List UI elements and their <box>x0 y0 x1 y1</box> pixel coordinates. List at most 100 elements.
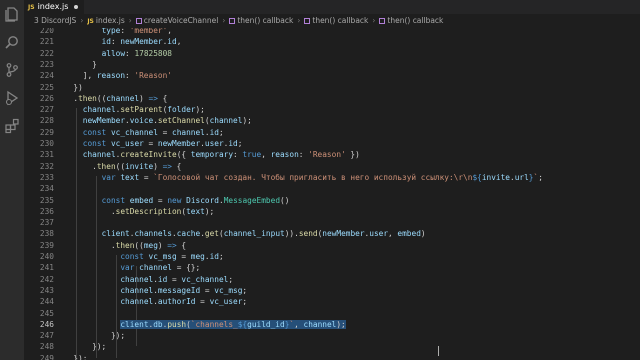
code-line[interactable]: 248 }); <box>24 341 640 352</box>
code-line[interactable]: 223 } <box>24 59 640 70</box>
line-number[interactable]: 233 <box>24 172 54 183</box>
code-line[interactable]: 247 }); <box>24 330 640 341</box>
code-token: id <box>228 139 238 148</box>
line-number[interactable]: 236 <box>24 206 54 217</box>
code-line[interactable]: 234 <box>24 183 640 194</box>
code-token: meg <box>143 240 158 250</box>
code-line[interactable]: 230 const vc_user = newMember.user.id; <box>24 138 640 149</box>
code-token: reason <box>270 150 299 160</box>
line-number[interactable]: 247 <box>24 330 54 341</box>
code-token: { <box>176 240 187 250</box>
code-editor[interactable]: 220 type: 'member', 221 id: newMember.id,… <box>24 28 640 360</box>
line-number[interactable]: 238 <box>24 228 54 239</box>
line-number[interactable]: 224 <box>24 70 54 81</box>
unsaved-dot-icon[interactable] <box>74 5 78 9</box>
code-token: )). <box>284 229 299 239</box>
code-line[interactable]: 238 client.channels.cache.get(channel_in… <box>24 228 640 239</box>
code-line[interactable]: 232 .then((invite) => { <box>24 161 640 172</box>
line-number[interactable]: 234 <box>24 183 54 194</box>
extensions-icon[interactable] <box>4 118 20 134</box>
code-line[interactable]: 221 id: newMember.id, <box>24 36 640 47</box>
code-line[interactable]: 241 var channel = {}; <box>24 262 640 273</box>
line-number[interactable]: 227 <box>24 104 54 115</box>
code-line[interactable]: 243 channel.messageId = vc_msg; <box>24 285 640 296</box>
code-token: (( <box>134 240 144 250</box>
text-selection[interactable]: client.db.push(`channels_${guild_id}`, c… <box>120 319 346 329</box>
line-number[interactable]: 225 <box>24 82 54 93</box>
breadcrumb-file[interactable]: index.js <box>96 16 125 25</box>
line-number[interactable]: 222 <box>24 48 54 59</box>
code-line[interactable]: 249 }); <box>24 353 640 360</box>
line-number[interactable]: 230 <box>24 138 54 149</box>
code-token: messageId <box>157 285 201 295</box>
breadcrumb-folder[interactable]: 3 DiscordJS <box>34 16 76 25</box>
code-line[interactable]: 240 const vc_msg = meg.id; <box>24 251 640 262</box>
line-number[interactable]: 242 <box>24 274 54 285</box>
breadcrumb-symbol[interactable]: then() callback <box>237 16 293 25</box>
code-line[interactable]: 236 .setDescription(text); <box>24 206 640 217</box>
code-line[interactable]: 245 <box>24 308 640 319</box>
breadcrumb-symbol[interactable]: then() callback <box>312 16 368 25</box>
line-number[interactable]: 231 <box>24 149 54 160</box>
code-line[interactable]: 233 var text = `Голосовой чат создан. Чт… <box>24 172 640 183</box>
line-number[interactable]: 239 <box>24 240 54 251</box>
line-number[interactable]: 249 <box>24 353 54 360</box>
code-token: : <box>233 150 243 160</box>
code-line[interactable]: 246 client.db.push(`channels_${guild_id}… <box>24 319 640 330</box>
line-number[interactable]: 228 <box>24 115 54 126</box>
line-number[interactable]: 243 <box>24 285 54 296</box>
code-token: then <box>115 240 135 250</box>
line-code: channel.setParent(folder); <box>64 104 205 115</box>
line-number[interactable]: 244 <box>24 296 54 307</box>
breadcrumb-symbol[interactable]: then() callback <box>387 16 443 25</box>
line-number[interactable]: 240 <box>24 251 54 262</box>
code-token: : <box>125 71 135 81</box>
files-icon[interactable] <box>4 6 20 22</box>
code-line[interactable]: 237 <box>24 217 640 228</box>
code-line[interactable]: 229 const vc_channel = channel.id; <box>24 127 640 138</box>
line-code: var channel = {}; <box>64 262 200 273</box>
code-token: id <box>209 127 219 137</box>
line-number[interactable]: 235 <box>24 195 54 206</box>
code-line[interactable]: 227 channel.setParent(folder); <box>24 104 640 115</box>
line-number[interactable]: 220 <box>24 28 54 36</box>
line-number[interactable]: 226 <box>24 93 54 104</box>
code-token: push <box>167 319 187 329</box>
search-icon[interactable] <box>4 34 20 50</box>
source-control-icon[interactable] <box>4 62 20 78</box>
breadcrumb-symbol[interactable]: createVoiceChannel <box>144 16 219 25</box>
code-line[interactable]: 235 const embed = new Discord.MessageEmb… <box>24 195 640 206</box>
code-line[interactable]: 222 allow: 17825808 <box>24 48 640 59</box>
code-line[interactable]: 226 .then((channel) => { <box>24 93 640 104</box>
code-line[interactable]: 239 .then((meg) => { <box>24 240 640 251</box>
line-number[interactable]: 241 <box>24 262 54 273</box>
code-token: get <box>204 229 219 239</box>
code-token: channels <box>134 229 172 239</box>
line-number[interactable]: 229 <box>24 127 54 138</box>
code-line[interactable]: 224 ], reason: 'Reason' <box>24 70 640 81</box>
line-number[interactable]: 221 <box>24 36 54 47</box>
code-line[interactable]: 231 channel.createInvite({ temporary: tr… <box>24 149 640 160</box>
code-line[interactable]: 244 channel.authorId = vc_user; <box>24 296 640 307</box>
code-line[interactable]: 225 }) <box>24 82 640 93</box>
code-token: MessageEmbed <box>223 195 281 205</box>
symbol-function-icon <box>304 18 311 24</box>
line-number[interactable]: 223 <box>24 59 54 70</box>
line-number[interactable]: 245 <box>24 308 54 319</box>
code-token: ); <box>242 116 252 126</box>
line-number[interactable]: 237 <box>24 217 54 228</box>
code-line[interactable]: 220 type: 'member', <box>24 28 640 36</box>
code-token: id <box>157 274 168 284</box>
line-number[interactable]: 232 <box>24 161 54 172</box>
code-line[interactable]: 228 newMember.voice.setChannel(channel); <box>24 115 640 126</box>
symbol-function-icon <box>229 18 236 24</box>
line-number[interactable]: 248 <box>24 341 54 352</box>
code-line[interactable]: 242 channel.id = vc_channel; <box>24 274 640 285</box>
run-debug-icon[interactable] <box>4 90 20 106</box>
tab-index-js[interactable]: JS index.js <box>24 0 84 14</box>
line-number[interactable]: 246 <box>24 319 54 330</box>
